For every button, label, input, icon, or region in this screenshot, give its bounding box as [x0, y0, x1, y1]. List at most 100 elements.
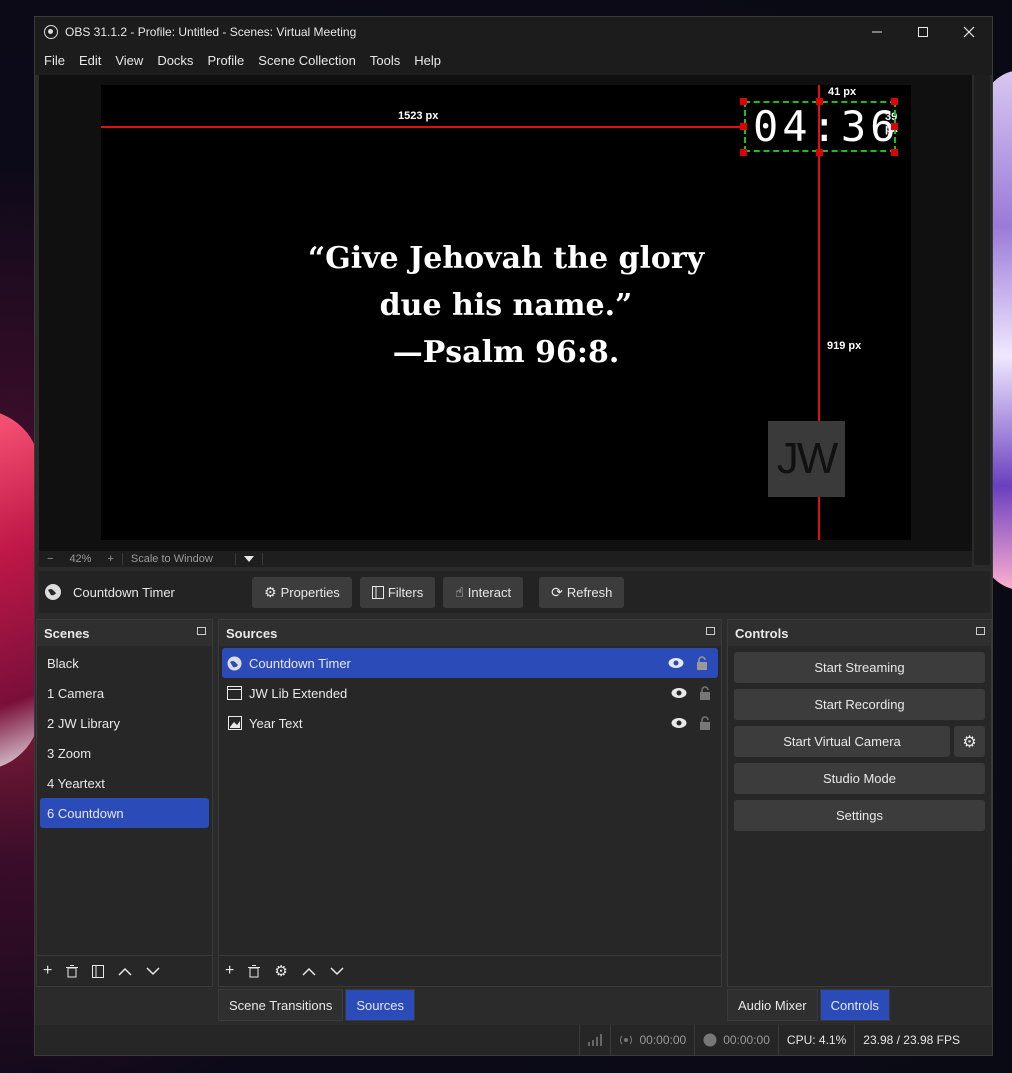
- guide-label-top: 41 px: [828, 86, 857, 98]
- zoom-in-button[interactable]: +: [99, 553, 121, 565]
- properties-label: Properties: [280, 584, 340, 600]
- add-icon[interactable]: +: [43, 962, 52, 980]
- controls-dock: Controls Start Streaming Start Recording…: [727, 619, 992, 987]
- lock-icon[interactable]: [696, 656, 708, 670]
- chevron-up-icon[interactable]: [118, 967, 132, 976]
- undock-icon[interactable]: [197, 627, 206, 635]
- preview-scrollbar[interactable]: [974, 75, 990, 565]
- preview-canvas[interactable]: 1523 px 41 px 39 px 919 px 04:36 “Give J…: [101, 85, 911, 540]
- menu-profile[interactable]: Profile: [200, 47, 251, 75]
- menu-edit[interactable]: Edit: [72, 47, 108, 75]
- context-source-name: Countdown Timer: [73, 584, 175, 600]
- filters-label: Filters: [387, 584, 424, 600]
- obs-window: OBS 31.1.2 - Profile: Untitled - Scenes:…: [34, 16, 993, 1056]
- zoom-level: 42%: [69, 553, 92, 565]
- maximize-button[interactable]: [900, 17, 946, 47]
- scene-item[interactable]: 2 JW Library: [37, 708, 212, 738]
- sources-toolbar: + ⚙: [219, 955, 721, 986]
- window-icon: [227, 686, 242, 701]
- record-timer: 00:00:00: [723, 1033, 770, 1047]
- menu-view[interactable]: View: [108, 47, 150, 75]
- gear-icon[interactable]: ⚙: [274, 962, 287, 980]
- resize-handle-mr[interactable]: [891, 123, 898, 130]
- tab-scene-transitions[interactable]: Scene Transitions: [218, 989, 344, 1021]
- sources-dock: Sources Countdown Timer JW Lib Extended …: [218, 619, 722, 987]
- refresh-button[interactable]: ⟳ Refresh: [539, 576, 625, 608]
- start-virtual-camera-button[interactable]: Start Virtual Camera: [734, 726, 950, 757]
- virtual-camera-settings-button[interactable]: ⚙: [954, 726, 985, 757]
- chevron-down-icon[interactable]: [330, 966, 344, 976]
- scale-dropdown-arrow[interactable]: [236, 555, 262, 563]
- chevron-up-icon[interactable]: [302, 967, 316, 976]
- menubar: File Edit View Docks Profile Scene Colle…: [35, 47, 992, 75]
- source-item[interactable]: Year Text: [219, 708, 721, 738]
- resize-handle-bl[interactable]: [740, 149, 747, 156]
- titlebar: OBS 31.1.2 - Profile: Untitled - Scenes:…: [35, 17, 992, 47]
- filters-icon[interactable]: [92, 964, 105, 978]
- scene-item[interactable]: 4 Yeartext: [37, 768, 212, 798]
- resize-handle-bc[interactable]: [816, 149, 823, 156]
- filters-button[interactable]: Filters: [359, 576, 436, 608]
- obs-logo-icon: [44, 25, 58, 39]
- undock-icon[interactable]: [706, 627, 715, 635]
- menu-scene-collection[interactable]: Scene Collection: [251, 47, 363, 75]
- scenes-toolbar: +: [37, 955, 212, 986]
- scene-item[interactable]: 1 Camera: [37, 678, 212, 708]
- refresh-label: Refresh: [566, 584, 613, 600]
- eye-icon[interactable]: [671, 717, 687, 729]
- status-bar: 00:00:00 00:00:00 CPU: 4.1% 23.98 / 23.9…: [35, 1025, 992, 1055]
- quote-line-3: —Psalm 96:8.: [392, 335, 620, 370]
- maximize-icon: [918, 27, 928, 37]
- eye-icon[interactable]: [668, 657, 684, 669]
- record-icon: [703, 1033, 717, 1047]
- tab-controls[interactable]: Controls: [819, 989, 891, 1021]
- scene-item[interactable]: Black: [37, 648, 212, 678]
- zoom-out-button[interactable]: −: [39, 553, 61, 565]
- start-streaming-button[interactable]: Start Streaming: [734, 652, 985, 683]
- chevron-down-icon[interactable]: [146, 966, 160, 976]
- source-item[interactable]: JW Lib Extended: [219, 678, 721, 708]
- trash-icon[interactable]: [248, 964, 261, 978]
- interact-label: Interact: [467, 584, 512, 600]
- menu-tools[interactable]: Tools: [363, 47, 407, 75]
- signal-bars-icon: [588, 1034, 603, 1046]
- add-icon[interactable]: +: [225, 962, 234, 980]
- cpu-usage: CPU: 4.1%: [777, 1025, 854, 1055]
- tab-audio-mixer[interactable]: Audio Mixer: [727, 989, 818, 1021]
- scene-item[interactable]: 3 Zoom: [37, 738, 212, 768]
- sources-dock-header: Sources: [219, 620, 721, 646]
- scenes-dock: Scenes Black 1 Camera 2 JW Library 3 Zoo…: [36, 619, 213, 987]
- menu-help[interactable]: Help: [407, 47, 448, 75]
- source-item-selected[interactable]: Countdown Timer: [222, 648, 718, 678]
- resize-handle-tr[interactable]: [891, 98, 898, 105]
- hand-pointer-icon: ☝: [455, 583, 464, 600]
- undock-icon[interactable]: [976, 627, 985, 635]
- resize-handle-br[interactable]: [891, 149, 898, 156]
- source-name: Year Text: [249, 715, 303, 731]
- preview-area[interactable]: 1523 px 41 px 39 px 919 px 04:36 “Give J…: [39, 75, 972, 565]
- eye-icon[interactable]: [671, 687, 687, 699]
- right-dock-tabs: Audio Mixer Controls: [727, 989, 892, 1021]
- minimize-button[interactable]: [854, 17, 900, 47]
- studio-mode-button[interactable]: Studio Mode: [734, 763, 985, 794]
- interact-button[interactable]: ☝ Interact: [443, 576, 524, 608]
- lock-icon[interactable]: [699, 686, 711, 700]
- menu-docks[interactable]: Docks: [150, 47, 200, 75]
- settings-button[interactable]: Settings: [734, 800, 985, 831]
- preview-zoom-bar: − 42% + Scale to Window: [39, 551, 972, 567]
- trash-icon[interactable]: [66, 964, 79, 978]
- lock-icon[interactable]: [699, 716, 711, 730]
- resize-handle-tl[interactable]: [740, 98, 747, 105]
- tab-sources[interactable]: Sources: [345, 989, 416, 1021]
- scale-mode-dropdown[interactable]: Scale to Window: [123, 553, 235, 565]
- properties-button[interactable]: ⚙ Properties: [252, 576, 352, 608]
- fps-readout: 23.98 / 23.98 FPS: [854, 1025, 992, 1055]
- scene-item-selected[interactable]: 6 Countdown: [40, 798, 209, 828]
- refresh-icon: ⟳: [551, 583, 563, 600]
- close-button[interactable]: [946, 17, 992, 47]
- resize-handle-tc[interactable]: [816, 98, 823, 105]
- start-recording-button[interactable]: Start Recording: [734, 689, 985, 720]
- resize-handle-ml[interactable]: [740, 123, 747, 130]
- menu-file[interactable]: File: [37, 47, 72, 75]
- jw-logo: JW: [768, 421, 845, 497]
